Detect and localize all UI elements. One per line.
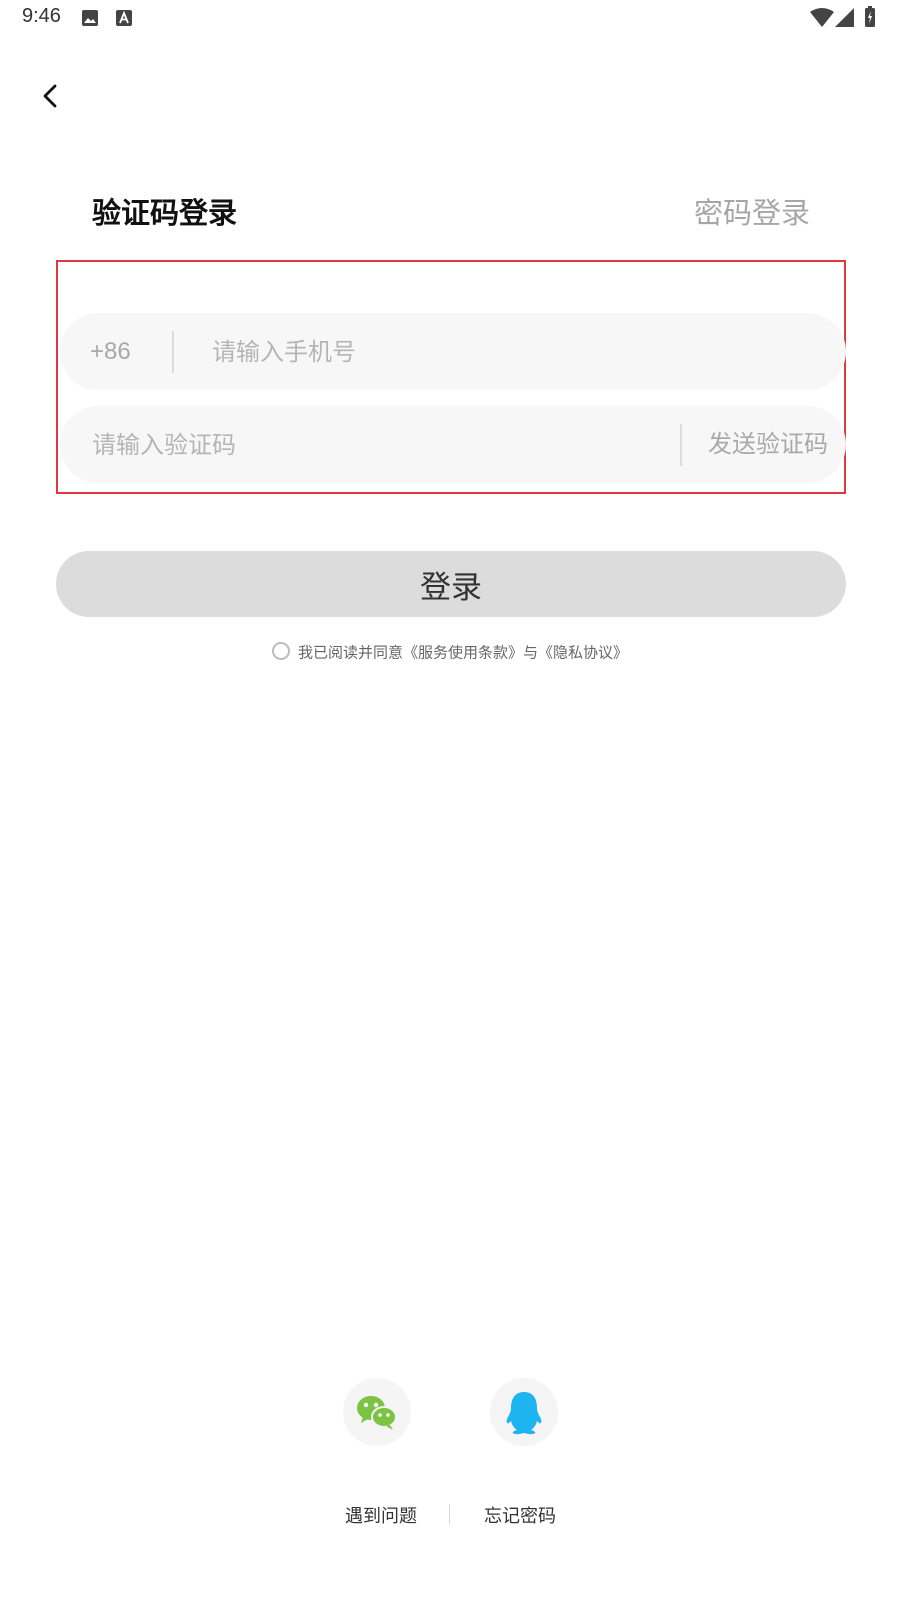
code-field-divider — [680, 424, 682, 466]
code-field: 发送验证码 — [60, 406, 846, 483]
signal-icon — [835, 8, 854, 27]
phone-field-divider — [172, 331, 174, 373]
chevron-left-icon — [43, 84, 57, 108]
agree-checkbox[interactable] — [271, 642, 290, 660]
wifi-icon — [810, 8, 834, 27]
app-a-notification-icon — [116, 10, 132, 26]
login-button[interactable]: 登录 — [56, 551, 846, 617]
back-button[interactable] — [30, 76, 70, 116]
qq-icon — [506, 1392, 542, 1435]
problem-link[interactable]: 遇到问题 — [345, 1502, 417, 1528]
wechat-login-button[interactable] — [343, 1378, 411, 1446]
tab-sms-login[interactable]: 验证码登录 — [92, 190, 237, 232]
forgot-password-link[interactable]: 忘记密码 — [484, 1502, 556, 1528]
country-code-selector[interactable]: +86 — [90, 313, 131, 390]
phone-field: +86 — [60, 313, 846, 390]
image-notification-icon — [82, 10, 98, 26]
phone-input[interactable] — [212, 313, 812, 390]
wechat-icon — [357, 1396, 397, 1430]
agreement-row: 我已阅读并同意《服务使用条款》与《隐私协议》 — [0, 640, 900, 664]
footer-links: 遇到问题 忘记密码 — [0, 1502, 900, 1530]
login-screen: 9:46 验证码登录 密码登录 +86 请输入手机号 请输入验证码 发送验证码 … — [0, 0, 900, 1600]
footer-divider — [449, 1504, 450, 1524]
battery-icon — [865, 6, 875, 27]
status-time: 9:46 — [22, 5, 61, 27]
qq-login-button[interactable] — [490, 1378, 558, 1446]
status-bar: 9:46 — [0, 0, 900, 36]
agreement-text[interactable]: 我已阅读并同意《服务使用条款》与《隐私协议》 — [298, 644, 628, 662]
verification-code-input[interactable] — [92, 406, 672, 483]
send-code-button[interactable]: 发送验证码 — [708, 406, 828, 483]
tab-password-login[interactable]: 密码登录 — [694, 190, 810, 232]
